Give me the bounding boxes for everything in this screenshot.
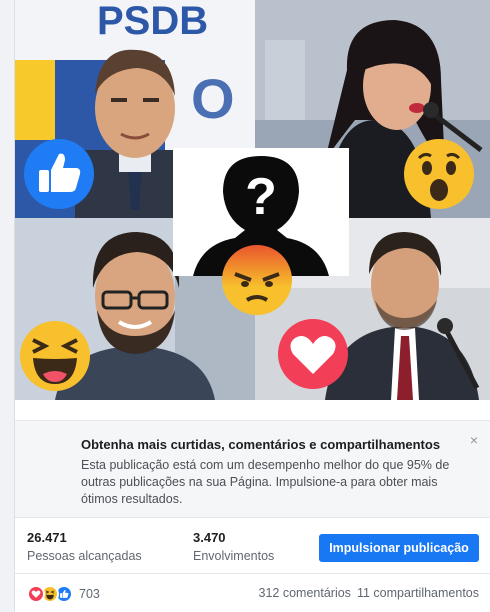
shares-link[interactable]: 11 compartilhamentos [357,586,479,600]
reach-stat[interactable]: 26.471 Pessoas alcançadas [27,530,142,563]
boost-tip-body: Esta publicação está com um desempenho m… [81,458,450,506]
svg-text:O: O [191,67,235,130]
reach-value: 26.471 [27,530,67,545]
engagement-stat[interactable]: 3.470 Envolvimentos [193,530,274,563]
post-insights: 26.471 Pessoas alcançadas 3.470 Envolvim… [15,518,490,574]
post-footer: 703 312 comentários 11 compartilhamentos [15,574,490,612]
svg-text:?: ? [245,168,277,226]
post-card: PSDB O ? Obtenha mais curtidas, comentár… [14,0,490,612]
reactions-summary[interactable]: 703 [27,584,100,604]
haha-icon [19,320,91,392]
engagement-label: Envolvimentos [193,549,275,563]
comments-link[interactable]: 312 comentários [259,586,351,600]
post-image[interactable]: PSDB O ? [15,0,490,400]
wow-icon [403,138,475,210]
svg-text:PSDB: PSDB [97,0,208,43]
close-icon[interactable]: × [467,433,481,447]
engagement-value: 3.470 [193,530,226,545]
love-icon [27,585,45,603]
engagement-links: 312 comentários 11 compartilhamentos [259,586,479,600]
angry-icon [221,244,293,316]
boost-post-button[interactable]: Impulsionar publicação [319,534,479,562]
like-icon [23,138,95,210]
boost-tip-banner: Obtenha mais curtidas, comentários e com… [15,420,490,518]
boost-tip-title: Obtenha mais curtidas, comentários e com… [81,437,441,452]
reach-label: Pessoas alcançadas [27,549,142,563]
reaction-count: 703 [79,587,100,601]
love-icon [277,318,349,390]
